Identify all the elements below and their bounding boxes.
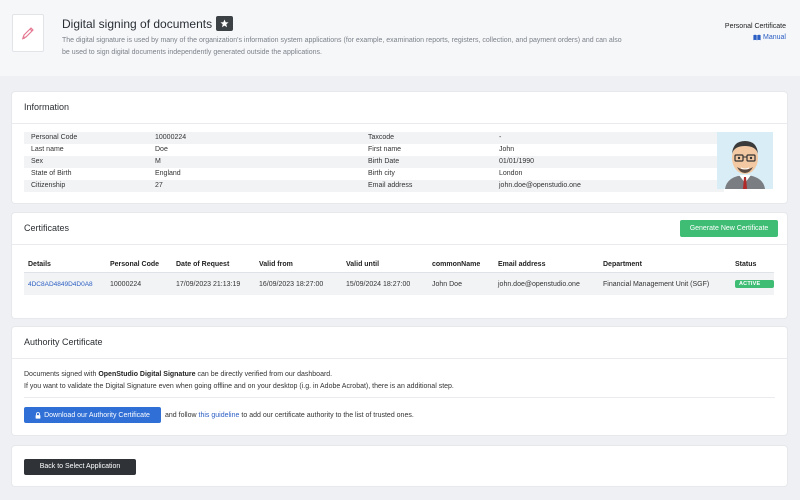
info-value: London	[499, 170, 523, 177]
column-header: commonName	[432, 261, 481, 268]
text: can be directly verified from our dashbo…	[195, 371, 333, 378]
divider	[24, 397, 775, 398]
book-icon	[753, 34, 761, 41]
table-cell: 10000224	[110, 280, 142, 288]
info-value: England	[155, 170, 181, 177]
page-title: Digital signing of documents	[62, 16, 213, 31]
status-badge: ACTIVE	[735, 280, 774, 288]
authority-card: Authority Certificate Documents signed w…	[12, 327, 787, 435]
info-label: Personal Code	[31, 134, 78, 141]
info-label: Citizenship	[31, 182, 66, 189]
authority-title: Authority Certificate	[24, 337, 103, 347]
certificates-table: Details Personal Code Date of Request Va…	[24, 257, 774, 295]
info-value: 10000224	[155, 134, 187, 141]
follow-text: and follow	[165, 411, 197, 419]
info-label: Sex	[31, 158, 44, 165]
info-value: John	[499, 146, 515, 153]
table-cell: 16/09/2023 18:27:00	[259, 280, 324, 288]
personal-certificate-label: Personal Certificate	[724, 23, 786, 30]
lock-icon	[35, 411, 41, 419]
table-row: 4DC8AD4849D4D0A8 10000224 17/09/2023 21:…	[24, 273, 774, 295]
info-row: Citizenship 27 Email address john.doe@op…	[24, 180, 724, 192]
info-value: Doe	[155, 146, 168, 153]
info-value: 01/01/1990	[499, 158, 535, 165]
info-value: 27	[155, 182, 163, 189]
certificate-details-link[interactable]: 4DC8AD4849D4D0A8	[24, 281, 106, 288]
pen-icon	[21, 27, 34, 40]
page-description: The digital signature is used by many of…	[62, 37, 622, 56]
info-row: Personal Code 10000224 Taxcode -	[24, 132, 724, 144]
table-cell: John Doe	[432, 280, 462, 288]
info-label: State of Birth	[31, 170, 72, 177]
info-label: Birth city	[368, 170, 395, 177]
divider	[12, 123, 787, 124]
footer-card: Back to Select Application	[12, 446, 787, 486]
generate-certificate-button[interactable]: Generate New Certificate	[680, 220, 778, 237]
table-cell: 17/09/2023 21:13:19	[176, 280, 241, 288]
download-authority-certificate-button[interactable]: Download our Authority Certificate	[24, 407, 161, 423]
info-row: Last name Doe First name John	[24, 144, 724, 156]
info-label: Taxcode	[368, 134, 395, 141]
column-header: Date of Request	[176, 261, 230, 268]
info-value: -	[499, 134, 502, 141]
star-icon	[220, 19, 229, 28]
column-header: Personal Code	[110, 261, 160, 268]
app-logo	[12, 14, 44, 52]
info-label: Email address	[368, 182, 413, 189]
table-cell: Financial Management Unit (SGF)	[603, 280, 710, 288]
information-title: Information	[24, 102, 70, 112]
table-header: Details Personal Code Date of Request Va…	[24, 257, 774, 273]
column-header: Valid from	[259, 261, 293, 268]
table-cell: 15/09/2024 18:27:00	[346, 280, 411, 288]
manual-label: Manual	[763, 34, 786, 41]
page-header: Digital signing of documents The digital…	[0, 0, 800, 76]
download-button-label: Download our Authority Certificate	[44, 411, 150, 419]
text: Documents signed with	[24, 371, 99, 378]
product-name: OpenStudio Digital Signature	[98, 371, 196, 378]
divider	[12, 358, 787, 359]
follow-text-post: to add our certificate authority to the …	[241, 411, 414, 419]
authority-text: Documents signed with OpenStudio Digital…	[24, 369, 454, 393]
authority-actions: Download our Authority Certificate and f…	[24, 407, 414, 423]
avatar	[717, 132, 773, 189]
information-grid: Personal Code 10000224 Taxcode - Last na…	[24, 132, 724, 192]
info-row: State of Birth England Birth city London	[24, 168, 724, 180]
column-header: Details	[28, 261, 51, 268]
certificates-card: Certificates Generate New Certificate De…	[12, 213, 787, 318]
info-row: Sex M Birth Date 01/01/1990	[24, 156, 724, 168]
info-value: john.doe@openstudio.one	[499, 182, 581, 189]
information-card: Information Personal Code 10000224 Taxco…	[12, 92, 787, 203]
info-label: Birth Date	[368, 158, 400, 165]
info-label: Last name	[31, 146, 64, 153]
certificates-title: Certificates	[24, 223, 70, 233]
divider	[12, 244, 787, 245]
column-header: Email address	[498, 261, 546, 268]
manual-link[interactable]: Manual	[753, 32, 786, 43]
table-cell: john.doe@openstudio.one	[498, 280, 580, 288]
column-header: Department	[603, 261, 642, 268]
info-value: M	[155, 158, 161, 165]
column-header: Status	[735, 261, 757, 268]
status-cell: ACTIVE	[731, 280, 774, 288]
column-header: Valid until	[346, 261, 380, 268]
authority-line-1: Documents signed with OpenStudio Digital…	[24, 369, 454, 381]
authority-line-2: If you want to validate the Digital Sign…	[24, 383, 454, 390]
guideline-link[interactable]: this guideline	[199, 412, 240, 419]
info-label: First name	[368, 146, 402, 153]
back-to-select-application-button[interactable]: Back to Select Application	[24, 459, 136, 475]
favorite-button[interactable]	[216, 16, 234, 31]
